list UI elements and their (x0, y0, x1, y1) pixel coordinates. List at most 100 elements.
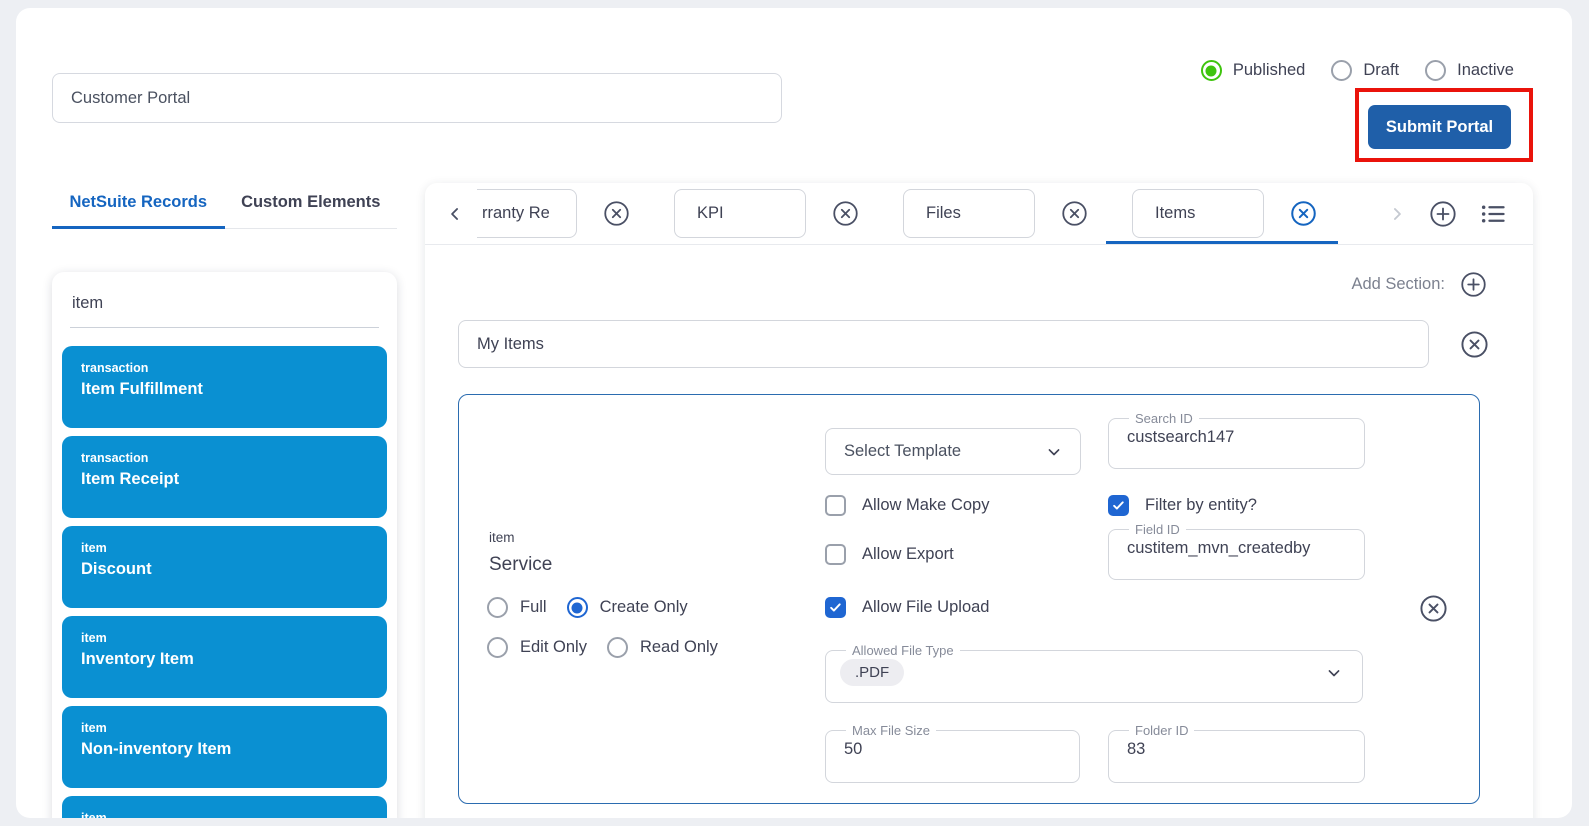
add-tab-button[interactable] (1429, 200, 1457, 228)
tab-warranty-re[interactable]: rranty Re (477, 189, 577, 238)
circle-x-icon (1290, 200, 1317, 227)
sidebar-tab-netsuite-records[interactable]: NetSuite Records (52, 184, 225, 229)
radio-label: Create Only (600, 598, 688, 617)
record-card-item-receipt[interactable]: transaction Item Receipt (62, 436, 387, 518)
status-radio-inactive[interactable]: Inactive (1425, 60, 1514, 81)
tab-unit-items: Items (1132, 183, 1317, 244)
record-type-label: transaction (81, 451, 368, 465)
tab-items[interactable]: Items (1132, 189, 1264, 238)
folder-id-label: Folder ID (1129, 723, 1194, 738)
tab-close-button[interactable] (1061, 200, 1088, 227)
radio-edit-only[interactable]: Edit Only (487, 637, 587, 658)
tab-scroll-right-button[interactable] (1387, 204, 1407, 224)
radio-icon (607, 637, 628, 658)
tab-close-button[interactable] (1290, 200, 1317, 227)
checkbox-label: Allow Export (862, 545, 954, 564)
radio-create-only[interactable]: Create Only (567, 597, 688, 618)
radio-label: Edit Only (520, 638, 587, 657)
chevron-left-icon (445, 204, 465, 224)
template-select[interactable]: Select Template (825, 428, 1081, 475)
status-label-inactive: Inactive (1457, 61, 1514, 80)
circle-x-icon (832, 200, 859, 227)
tab-unit-warranty: rranty Re (477, 183, 630, 244)
radio-icon (1331, 60, 1352, 81)
remove-record-button[interactable] (1419, 594, 1448, 623)
radio-icon (567, 597, 588, 618)
remove-section-button[interactable] (1460, 330, 1489, 359)
radio-read-only[interactable]: Read Only (607, 637, 718, 658)
search-id-field[interactable]: Search ID custsearch147 (1108, 411, 1365, 469)
record-name-label: Discount (81, 560, 368, 579)
allowed-file-type-select[interactable]: Allowed File Type .PDF (825, 643, 1363, 703)
record-card-item-fulfillment[interactable]: transaction Item Fulfillment (62, 346, 387, 428)
record-card-inventory-item[interactable]: item Inventory Item (62, 616, 387, 698)
tabstrip-actions (1365, 200, 1507, 228)
add-section-button[interactable] (1460, 271, 1487, 298)
tabs-viewport: rranty Re KPI Files (477, 183, 1365, 244)
check-icon (1111, 498, 1126, 513)
circle-x-icon (1061, 200, 1088, 227)
add-section-row: Add Section: (425, 245, 1533, 298)
submit-portal-button[interactable]: Submit Portal (1368, 105, 1511, 149)
circle-plus-icon (1429, 200, 1457, 228)
tab-unit-files: Files (903, 183, 1088, 244)
status-label-published: Published (1233, 61, 1305, 80)
checkbox-allow-make-copy[interactable]: Allow Make Copy (825, 495, 989, 516)
circle-x-icon (603, 200, 630, 227)
folder-id-field[interactable]: Folder ID 83 (1108, 723, 1365, 783)
portal-name-input[interactable] (52, 73, 782, 123)
record-type-label: item (81, 721, 368, 735)
record-name-label: Non-inventory Item (81, 740, 368, 759)
sidebar-tab-custom-elements[interactable]: Custom Elements (225, 184, 398, 229)
section-builder-panel: rranty Re KPI Files (425, 183, 1533, 818)
tab-close-button[interactable] (603, 200, 630, 227)
record-name-label: Item Receipt (81, 470, 368, 489)
record-search-panel: item transaction Item Fulfillment transa… (52, 272, 397, 818)
status-radio-draft[interactable]: Draft (1331, 60, 1399, 81)
circle-x-icon (1419, 594, 1448, 623)
search-id-label: Search ID (1129, 411, 1199, 426)
tab-kpi[interactable]: KPI (674, 189, 806, 238)
section-title-input[interactable] (458, 320, 1429, 368)
chevron-down-icon (1324, 663, 1344, 683)
record-type-label: transaction (81, 361, 368, 375)
chevron-right-icon (1387, 204, 1407, 224)
status-radio-group: Published Draft Inactive (1201, 60, 1514, 81)
tab-scroll-left-button[interactable] (445, 204, 465, 224)
checkbox-allow-file-upload[interactable]: Allow File Upload (825, 597, 989, 618)
checkbox-filter-by-entity[interactable]: Filter by entity? (1108, 495, 1257, 516)
tab-close-button[interactable] (832, 200, 859, 227)
field-id-field[interactable]: Field ID custitem_mvn_createdby (1108, 522, 1365, 580)
record-type-label: item (81, 631, 368, 645)
checkbox-label: Allow File Upload (862, 598, 989, 617)
radio-icon (1201, 60, 1222, 81)
template-select-value: Select Template (844, 442, 961, 461)
tab-list-button[interactable] (1479, 200, 1507, 228)
radio-full[interactable]: Full (487, 597, 547, 618)
max-file-size-value: 50 (838, 738, 1067, 759)
checkbox-allow-export[interactable]: Allow Export (825, 544, 954, 565)
permission-radio-row: Edit Only Read Only (487, 637, 718, 658)
record-card-clipped[interactable]: item (62, 796, 387, 818)
checkbox-label: Filter by entity? (1145, 496, 1257, 515)
search-id-value: custsearch147 (1121, 426, 1352, 447)
app-card: Published Draft Inactive Submit Portal N… (16, 8, 1572, 818)
circle-x-icon (1460, 330, 1489, 359)
editor-record-type-label: item (489, 530, 515, 545)
tab-files[interactable]: Files (903, 189, 1035, 238)
section-editor: item Service Full Create Only Edit Only (458, 394, 1480, 804)
checkbox-icon (1108, 495, 1129, 516)
record-card-non-inventory-item[interactable]: item Non-inventory Item (62, 706, 387, 788)
record-search-input[interactable]: item (70, 290, 379, 328)
add-section-label: Add Section: (1351, 275, 1445, 294)
sidebar-tabs: NetSuite Records Custom Elements (52, 184, 397, 229)
record-type-label: item (81, 811, 368, 818)
record-card-discount[interactable]: item Discount (62, 526, 387, 608)
permission-radio-row: Full Create Only (487, 597, 688, 618)
editor-record-name-label: Service (489, 554, 552, 576)
max-file-size-field[interactable]: Max File Size 50 (825, 723, 1080, 783)
status-radio-published[interactable]: Published (1201, 60, 1305, 81)
max-file-size-label: Max File Size (846, 723, 936, 738)
section-title-row (425, 298, 1533, 368)
list-icon (1479, 200, 1507, 228)
